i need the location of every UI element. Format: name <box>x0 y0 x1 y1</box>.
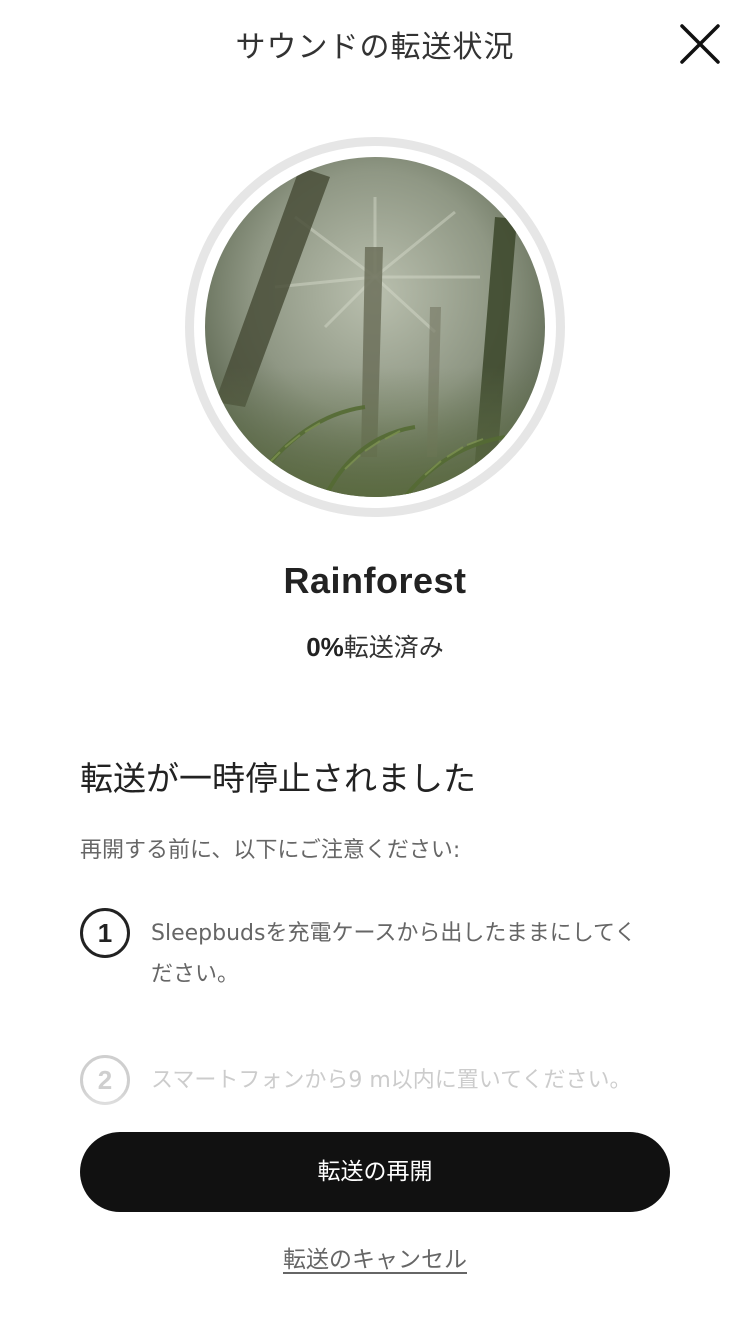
sound-artwork-ring <box>185 137 565 517</box>
rainforest-image <box>205 157 545 497</box>
cancel-transfer-link[interactable]: 転送のキャンセル <box>283 1247 467 1273</box>
paused-heading: 転送が一時停止されました <box>80 759 476 798</box>
progress-suffix: 転送済み <box>343 633 444 662</box>
close-button[interactable] <box>676 20 724 68</box>
step-number-badge: 1 <box>80 908 130 958</box>
transfer-progress: 0%転送済み <box>0 628 750 664</box>
cancel-transfer-link-container: 転送のキャンセル <box>0 1240 750 1274</box>
transfer-status-screen: サウンドの転送状況 Rainforest 0%転送済み 転送が一時停止されました… <box>0 0 750 1334</box>
step-text: Sleepbudsを充電ケースから出したままにしてください。 <box>151 921 637 987</box>
close-icon <box>680 24 720 64</box>
resume-transfer-button[interactable]: 転送の再開 <box>80 1132 670 1212</box>
step-item: 1 Sleepbudsを充電ケースから出したままにしてください。 <box>80 908 660 1008</box>
notice-intro: 再開する前に、以下にご注意ください: <box>80 838 461 863</box>
scroll-fade <box>0 1088 750 1138</box>
progress-percent: 0% <box>306 632 344 662</box>
sound-name: Rainforest <box>283 560 467 601</box>
page-title: サウンドの転送状況 <box>235 30 515 65</box>
